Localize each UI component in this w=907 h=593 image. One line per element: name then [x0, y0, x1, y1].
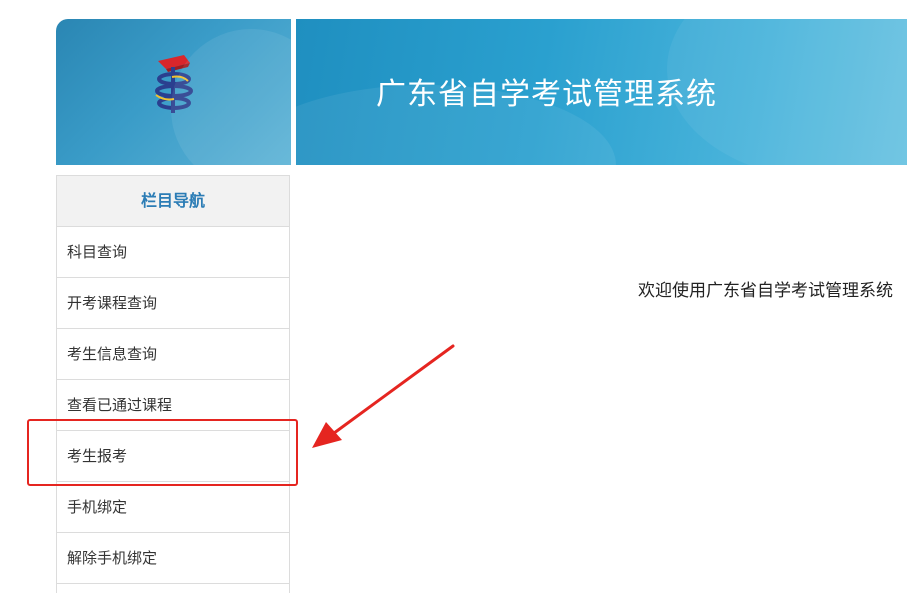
exam-logo-icon — [155, 55, 193, 113]
system-title: 广东省自学考试管理系统 — [376, 77, 717, 112]
header-banner: 广东省自学考试管理系统 — [296, 19, 907, 165]
welcome-message: 欢迎使用广东省自学考试管理系统 — [638, 281, 893, 301]
nav-item-phone-unbinding[interactable]: 解除手机绑定 — [57, 533, 289, 584]
nav-item-phone-binding[interactable]: 手机绑定 — [57, 482, 289, 533]
annotation-arrow-icon — [312, 344, 455, 448]
nav-item-course-schedule-query[interactable]: 开考课程查询 — [57, 278, 289, 329]
nav-item-passed-courses[interactable]: 查看已通过课程 — [57, 380, 289, 431]
nav-item-candidate-info-query[interactable]: 考生信息查询 — [57, 329, 289, 380]
page: 广东省自学考试管理系统 栏目导航 科目查询 开考课程查询 考生信息查询 查看已通… — [0, 0, 907, 593]
nav-item-subject-query[interactable]: 科目查询 — [57, 227, 289, 278]
logo-panel — [56, 19, 291, 165]
sidebar-title: 栏目导航 — [57, 176, 289, 227]
sidebar-nav: 栏目导航 科目查询 开考课程查询 考生信息查询 查看已通过课程 考生报考 手机绑… — [56, 175, 290, 593]
nav-item-exam-registration[interactable]: 考生报考 — [57, 431, 289, 482]
